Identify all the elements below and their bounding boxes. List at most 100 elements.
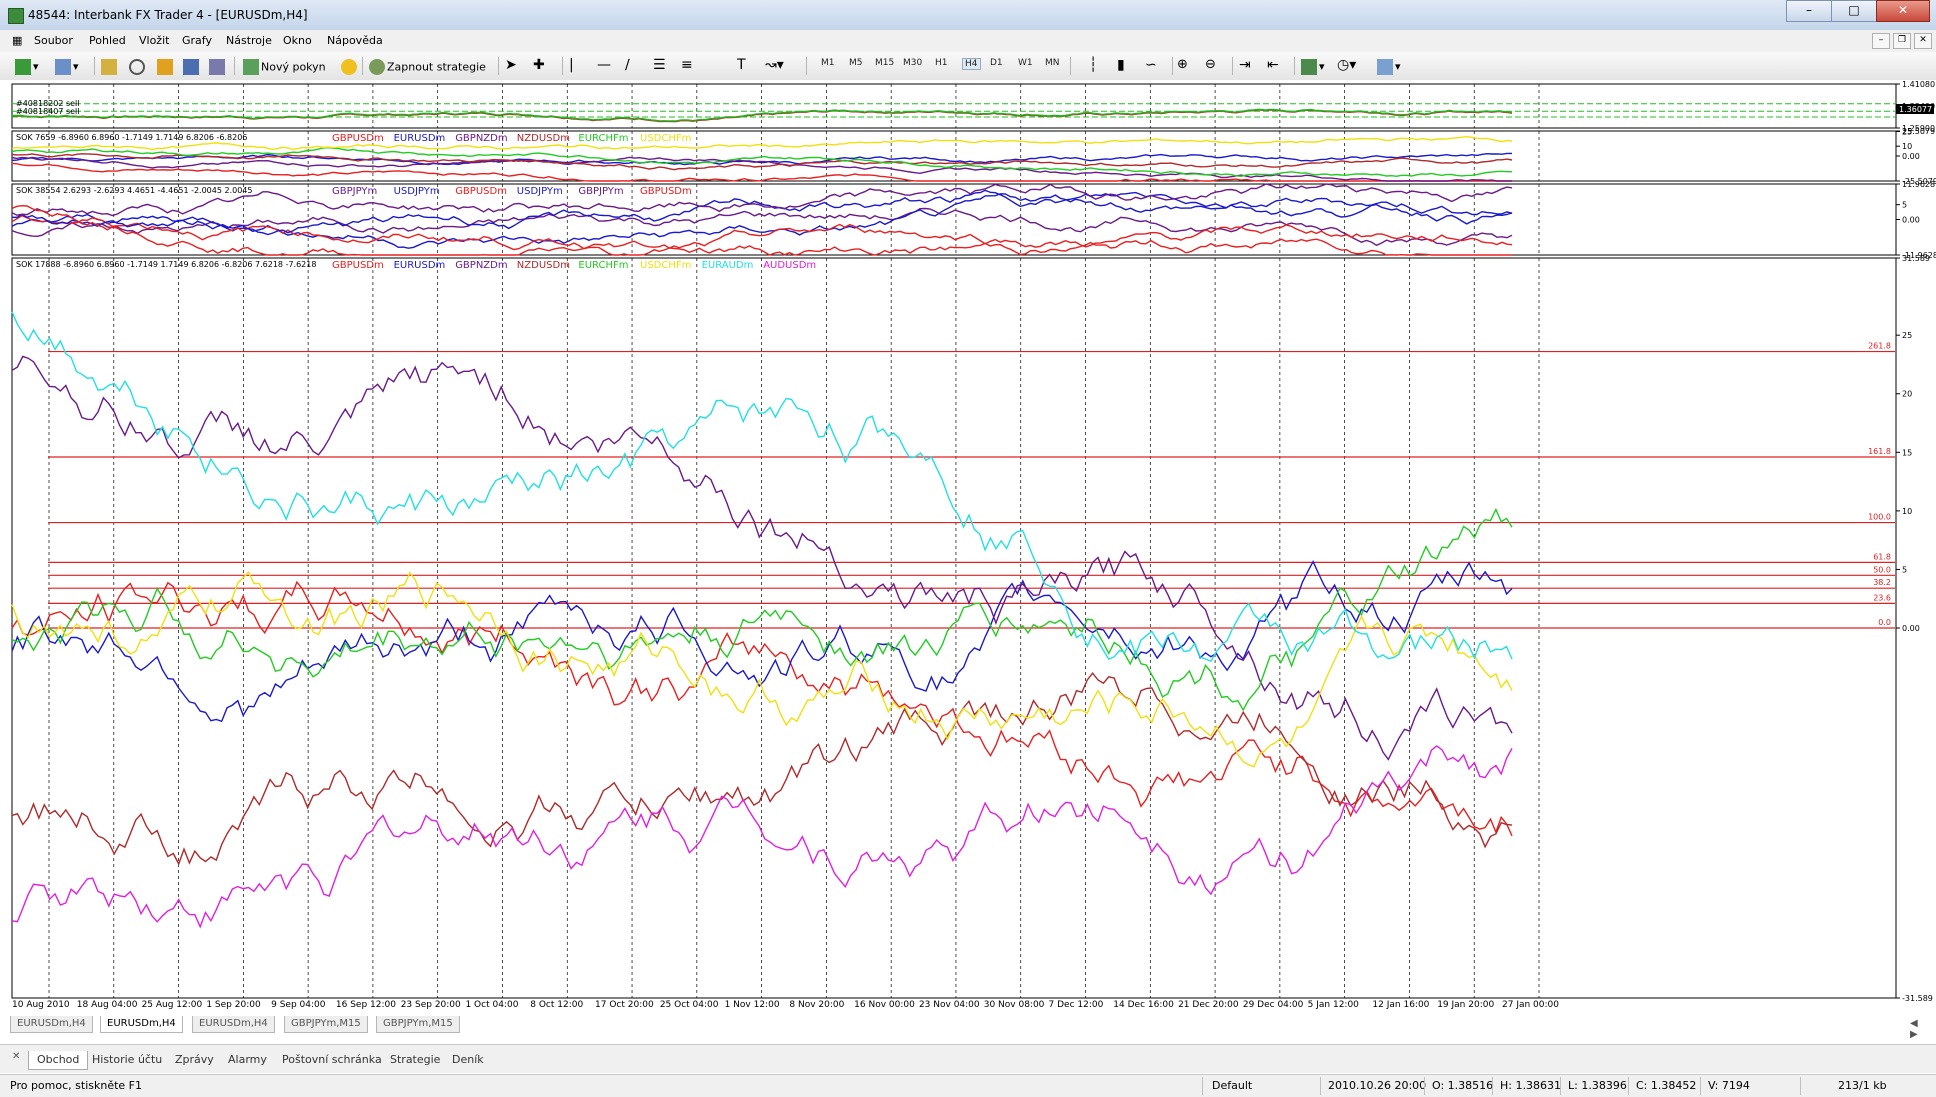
legend-entry: EURCHFm	[578, 260, 628, 271]
terminal-close-icon[interactable]: ✕	[12, 1051, 20, 1062]
new-order-icon	[243, 59, 259, 75]
vertical-line-tool[interactable]: |	[568, 56, 575, 78]
tf-m5[interactable]: M5	[849, 58, 863, 68]
menu-help[interactable]: Nápověda	[327, 34, 383, 47]
status-profile[interactable]: Default	[1212, 1079, 1252, 1092]
x-axis-tick-label: 29 Dec 04:00	[1243, 1000, 1304, 1010]
x-axis-tick-label: 21 Dec 20:00	[1178, 1000, 1239, 1010]
chart-tab-active[interactable]: EURUSDm,H4	[100, 1016, 183, 1033]
mdi-minimize-button[interactable]: –	[1872, 33, 1890, 49]
indicator-header: SOK 7659 -6.8960 6.8960 -1.7149 1.7149 6…	[16, 133, 247, 142]
chart-tab[interactable]: GBPJPYm,M15	[376, 1016, 460, 1033]
new-chart-button[interactable]: ▾	[12, 56, 40, 78]
menu-view[interactable]: Pohled	[89, 34, 126, 47]
legend-entry: GBPNZDm	[455, 260, 507, 271]
horizontal-line-tool[interactable]: —	[596, 56, 612, 78]
terminal-tab-experts[interactable]: Strategie	[382, 1051, 448, 1069]
tester-icon	[209, 59, 225, 75]
chart-tab[interactable]: GBPJPYm,M15	[284, 1016, 368, 1033]
data-window-button[interactable]	[154, 56, 176, 78]
current-price-label: 1.36077	[1899, 105, 1932, 114]
chart-area[interactable]: 10 Aug 2010 18 Aug 04:00 25 Aug 12:00 1 Sep…	[0, 80, 1936, 1015]
menu-insert[interactable]: Vložit	[139, 34, 169, 47]
terminal-tab-news[interactable]: Zprávy	[167, 1051, 222, 1069]
fib-level-label: 261.8	[1868, 342, 1891, 351]
mdi-restore-button[interactable]: ❐	[1893, 33, 1911, 49]
menu-charts[interactable]: Grafy	[182, 34, 212, 47]
tf-d1[interactable]: D1	[990, 58, 1003, 68]
status-low: L: 1.38396	[1568, 1079, 1627, 1092]
y-axis-tick-label: 10	[1902, 142, 1912, 151]
chart-canvas[interactable]: 10 Aug 2010 18 Aug 04:00 25 Aug 12:00 1 Sep…	[0, 80, 1936, 1015]
market-watch-button[interactable]	[98, 56, 120, 78]
metaeditor-button[interactable]	[338, 56, 360, 78]
text-tool[interactable]: T	[736, 56, 747, 78]
tf-m15[interactable]: M15	[875, 58, 894, 68]
tf-mn[interactable]: MN	[1045, 58, 1060, 68]
indicators-button[interactable]: ▾	[1298, 56, 1326, 78]
menu-app-icon[interactable]: ▦	[12, 34, 22, 47]
terminal-tab-history[interactable]: Historie účtu	[84, 1051, 170, 1069]
cursor-tool[interactable]: ➤	[504, 56, 518, 78]
channel-tool[interactable]: ☰	[652, 56, 667, 78]
fibonacci-tool[interactable]: ≡	[680, 56, 694, 78]
x-axis-tick-label: 25 Oct 04:00	[660, 1000, 719, 1010]
tabs-scroll-arrows[interactable]: ◀ ▶	[1910, 1018, 1918, 1040]
y-axis-tick-label: 0.00	[1902, 152, 1920, 161]
mdi-close-button[interactable]: ✕	[1914, 33, 1932, 49]
close-button[interactable]: ✕	[1876, 0, 1930, 22]
candlestick-button[interactable]: ▮	[1116, 56, 1126, 78]
line-chart-button[interactable]: ∽	[1144, 56, 1158, 78]
title-bar: 48544: Interbank FX Trader 4 - [EURUSDm,…	[0, 0, 1936, 31]
data-window-icon	[157, 59, 173, 75]
indicator-3-series	[11, 571, 1513, 768]
strategies-icon	[369, 59, 385, 75]
x-axis-tick-label: 25 Aug 12:00	[142, 1000, 203, 1010]
new-order-button[interactable]: Nový pokyn	[240, 56, 327, 78]
x-axis-tick-label: 8 Nov 20:00	[789, 1000, 844, 1010]
menu-file[interactable]: Soubor	[34, 34, 73, 47]
legend-entry: EURUSDm	[394, 260, 446, 271]
indicator-3-series	[11, 507, 1513, 712]
terminal-tab-journal[interactable]: Deník	[444, 1051, 492, 1069]
maximize-button[interactable]: □	[1831, 0, 1877, 22]
chart-tab[interactable]: EURUSDm,H4	[10, 1016, 93, 1033]
tf-w1[interactable]: W1	[1018, 58, 1033, 68]
y-axis-tick-label: 0.00	[1902, 624, 1920, 633]
terminal-button[interactable]	[180, 56, 202, 78]
x-axis-tick-label: 19 Jan 20:00	[1437, 1000, 1494, 1010]
profiles-button[interactable]: ▾	[52, 56, 80, 78]
terminal-tab-trade[interactable]: Obchod	[28, 1051, 89, 1070]
bar-chart-button[interactable]: ┆	[1088, 56, 1098, 78]
arrows-tool[interactable]: ↝▾	[764, 56, 785, 78]
minimize-button[interactable]: –	[1786, 0, 1832, 22]
trendline-tool[interactable]: ∕	[624, 56, 631, 78]
navigator-button[interactable]	[126, 56, 148, 78]
tf-h1[interactable]: H1	[935, 58, 948, 68]
trade-label: #40818407 sell	[16, 107, 80, 116]
enable-strategies-button[interactable]: Zapnout strategie	[366, 56, 487, 78]
zoom-out-icon[interactable]: ⊖	[1204, 56, 1217, 78]
status-time: 2010.10.26 20:00	[1328, 1079, 1427, 1092]
periods-clock-icon[interactable]: ◷▾	[1336, 56, 1357, 78]
menu-window[interactable]: Okno	[283, 34, 312, 47]
crosshair-tool[interactable]: ✚	[532, 56, 546, 78]
autoscroll-button[interactable]: ⇥	[1238, 56, 1252, 78]
fib-level-label: 0.0	[1878, 618, 1891, 627]
menu-tools[interactable]: Nástroje	[226, 34, 272, 47]
terminal-tab-alerts[interactable]: Alarmy	[220, 1051, 275, 1069]
legend-entry: USDCHFm	[640, 133, 691, 144]
legend-entry: AUDUSDm	[763, 260, 816, 271]
status-volume: V: 7194	[1708, 1079, 1750, 1092]
tf-h4[interactable]: H4	[962, 58, 981, 70]
tf-m30[interactable]: M30	[903, 58, 922, 68]
tester-button[interactable]	[206, 56, 228, 78]
x-axis-tick-label: 1 Sep 20:00	[206, 1000, 261, 1010]
chart-tab[interactable]: EURUSDm,H4	[192, 1016, 275, 1033]
zoom-in-icon[interactable]: ⊕	[1176, 56, 1189, 78]
tf-m1[interactable]: M1	[821, 58, 835, 68]
chart-panel-frame	[11, 183, 1897, 256]
terminal-tab-mailbox[interactable]: Poštovní schránka	[274, 1051, 390, 1069]
templates-button[interactable]: ▾	[1374, 56, 1402, 78]
chart-shift-button[interactable]: ⇤	[1266, 56, 1280, 78]
